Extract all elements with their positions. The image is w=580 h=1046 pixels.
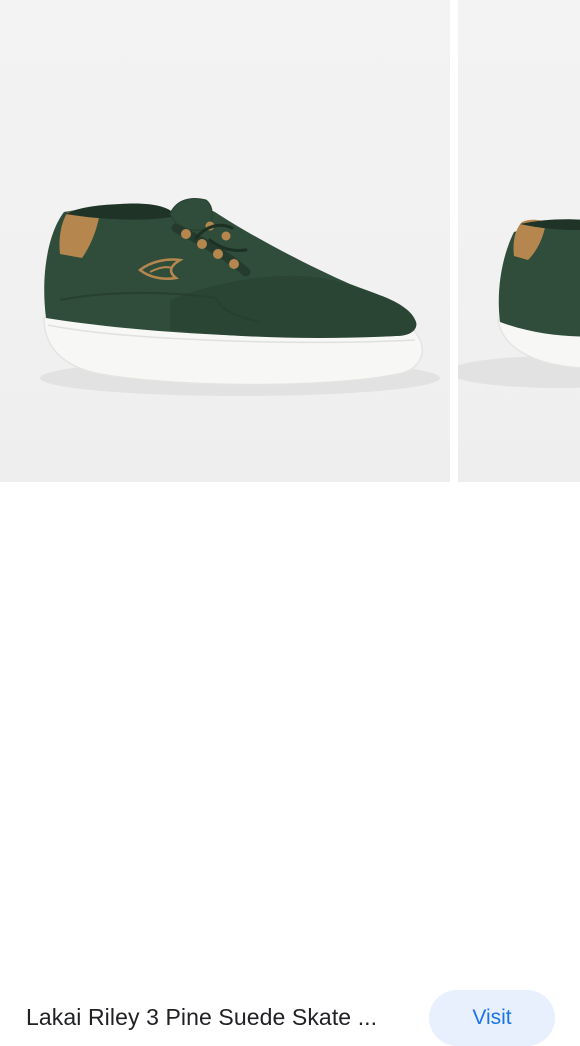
- result-footer: Lakai Riley 3 Pine Suede Skate ... Visit: [0, 482, 580, 1046]
- image-carousel[interactable]: [0, 0, 580, 482]
- main-product-image[interactable]: [0, 0, 450, 482]
- shoe-illustration-partial: [458, 219, 580, 388]
- product-title[interactable]: Lakai Riley 3 Pine Suede Skate ...: [26, 1004, 377, 1031]
- visit-button[interactable]: Visit: [429, 990, 555, 1046]
- shoe-illustration: [40, 198, 440, 396]
- next-product-image[interactable]: [458, 0, 580, 482]
